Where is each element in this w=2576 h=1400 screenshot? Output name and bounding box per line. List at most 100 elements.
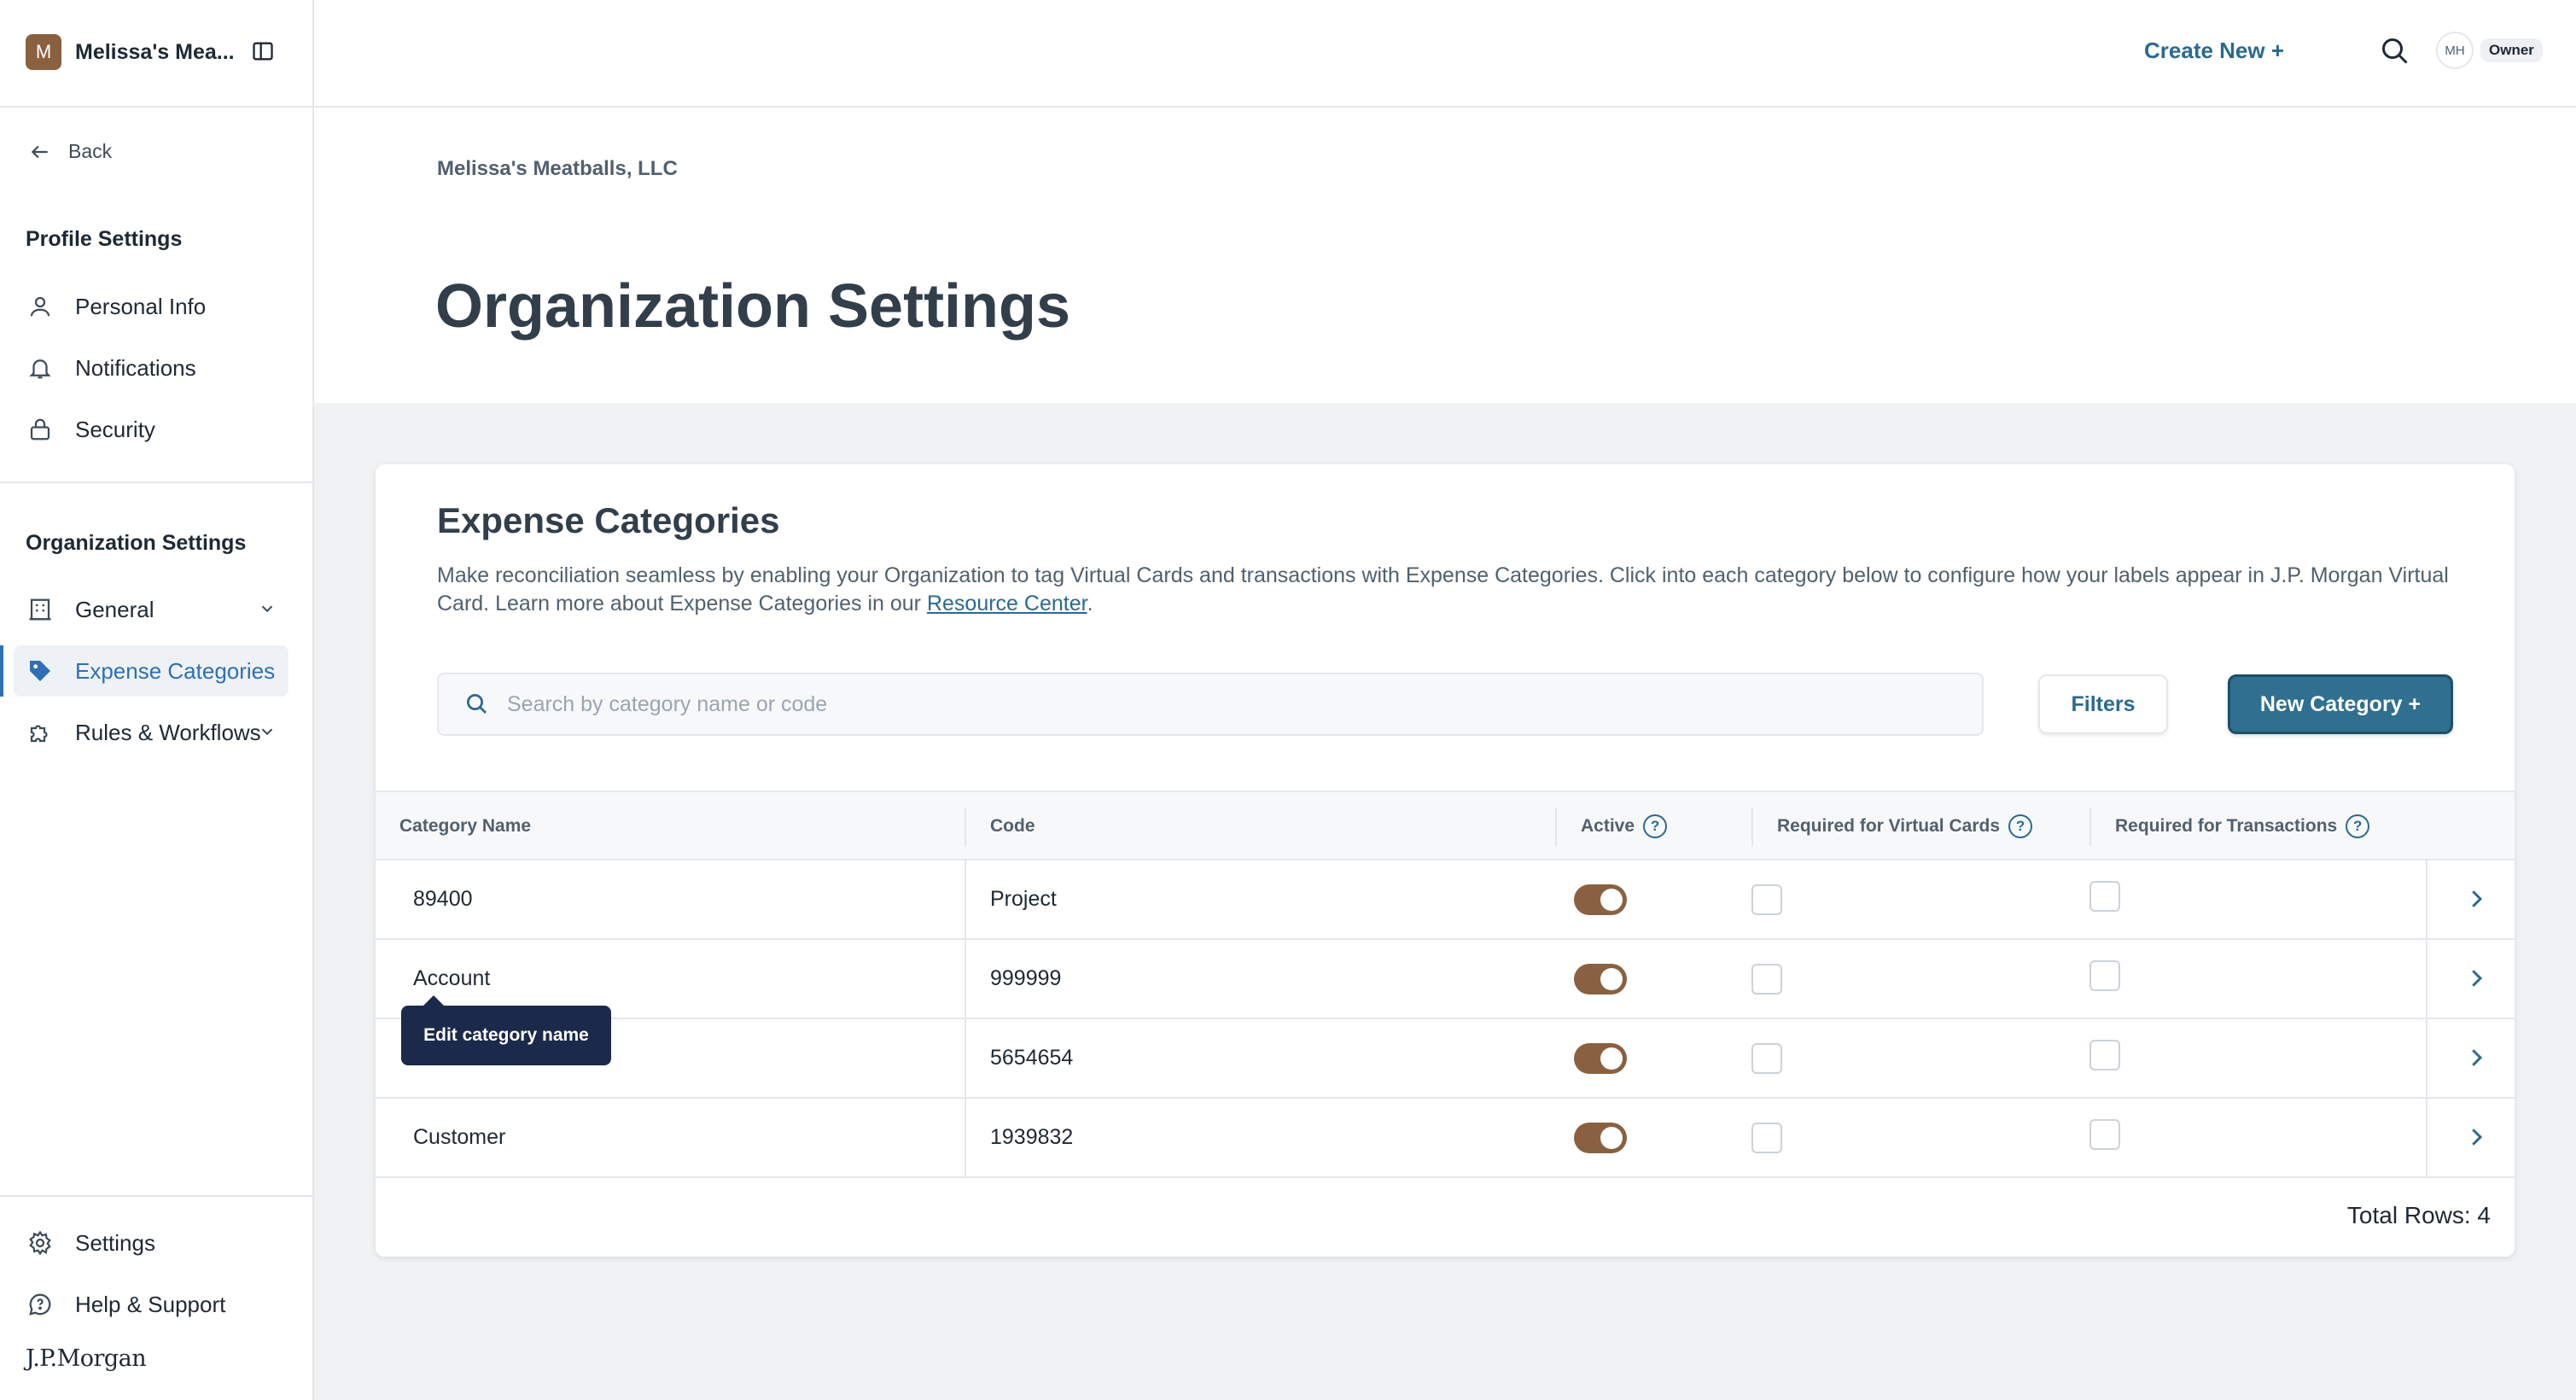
- column-divider: [1555, 808, 1557, 847]
- expense-categories-card: Expense Categories Make reconciliation s…: [376, 464, 2515, 1257]
- page-title: Organization Settings: [435, 272, 1071, 341]
- user-menu[interactable]: MH Owner: [2436, 31, 2543, 70]
- column-header-label: Required for Transactions: [2115, 816, 2338, 836]
- sidebar-item-notifications[interactable]: Notifications: [14, 342, 288, 394]
- category-name-cell[interactable]: Customer: [413, 1099, 505, 1176]
- cell-divider: [2426, 940, 2427, 1018]
- sidebar-divider: [0, 1195, 312, 1197]
- required-virtual-cards-checkbox[interactable]: [1751, 964, 1782, 995]
- sidebar-item-security[interactable]: Security: [14, 404, 288, 455]
- card-description: Make reconciliation seamless by enabling…: [437, 562, 2451, 618]
- card-title: Expense Categories: [437, 500, 780, 540]
- sidebar-item-label: Help & Support: [75, 1291, 226, 1317]
- role-badge: Owner: [2480, 38, 2543, 62]
- toggle-knob: [1600, 889, 1623, 911]
- table-row[interactable]: 5654654: [376, 1019, 2515, 1099]
- column-divider: [2089, 808, 2091, 847]
- code-cell: 999999: [990, 966, 1062, 990]
- code-cell: 1939832: [990, 1125, 1074, 1149]
- required-transactions-checkbox[interactable]: [2089, 881, 2120, 912]
- avatar: MH: [2436, 32, 2474, 69]
- column-divider: [1751, 808, 1753, 847]
- sidebar-item-expense-categories[interactable]: Expense Categories: [14, 645, 288, 697]
- required-transactions-checkbox[interactable]: [2089, 960, 2120, 991]
- bell-icon: [26, 353, 55, 382]
- column-header-label: Active: [1581, 816, 1635, 836]
- new-category-button[interactable]: New Category +: [2228, 674, 2453, 734]
- categories-table: Category Name Code Active ? Required for…: [376, 790, 2515, 1178]
- sidebar-item-label: Security: [75, 416, 155, 442]
- column-header-category-name[interactable]: Category Name: [399, 792, 531, 860]
- category-search: [437, 673, 1984, 736]
- org-avatar: M: [26, 34, 61, 70]
- search-icon[interactable]: [2380, 36, 2410, 67]
- toggle-knob: [1600, 1047, 1623, 1070]
- cell-divider: [965, 940, 966, 1018]
- back-link[interactable]: Back: [29, 140, 112, 163]
- code-cell: 5654654: [990, 1046, 1074, 1070]
- table-row[interactable]: 89400 Project: [376, 860, 2515, 940]
- table-row[interactable]: Customer 1939832: [376, 1099, 2515, 1178]
- toggle-knob: [1600, 1127, 1623, 1149]
- cell-divider: [965, 1099, 966, 1176]
- sidebar-item-label: Notifications: [75, 354, 196, 381]
- edit-category-tooltip: Edit category name: [401, 995, 611, 1065]
- sidebar-item-label: General: [75, 596, 154, 622]
- tag-icon: [26, 656, 55, 685]
- table-row[interactable]: Account 999999: [376, 940, 2515, 1019]
- arrow-left-icon: [31, 145, 48, 158]
- chevron-right-icon[interactable]: [2463, 965, 2489, 991]
- chat-icon: [26, 1290, 55, 1319]
- required-virtual-cards-checkbox[interactable]: [1751, 1123, 1782, 1153]
- sidebar-collapse-icon[interactable]: [251, 39, 275, 63]
- jpmorgan-logo: J.P.Morgan: [26, 1345, 147, 1372]
- chevron-down-icon: [261, 605, 273, 613]
- active-toggle[interactable]: [1574, 1123, 1627, 1153]
- required-virtual-cards-checkbox[interactable]: [1751, 1043, 1782, 1074]
- chevron-right-icon[interactable]: [2463, 1045, 2489, 1070]
- filters-button[interactable]: Filters: [2038, 674, 2168, 734]
- sidebar-item-rules-workflows[interactable]: Rules & Workflows: [14, 707, 288, 758]
- required-transactions-checkbox[interactable]: [2089, 1119, 2120, 1150]
- org-switcher[interactable]: M Melissa's Mea...: [26, 34, 235, 70]
- organization-settings-heading: Organization Settings: [26, 531, 247, 555]
- category-name-cell[interactable]: 89400: [413, 860, 473, 938]
- sidebar-item-settings[interactable]: Settings: [14, 1217, 288, 1269]
- required-transactions-checkbox[interactable]: [2089, 1040, 2120, 1070]
- sidebar-divider: [0, 481, 312, 483]
- lock-icon: [26, 415, 55, 444]
- help-icon[interactable]: ?: [2346, 814, 2370, 838]
- sidebar-item-label: Settings: [75, 1229, 155, 1256]
- sidebar-item-general[interactable]: General: [14, 584, 288, 635]
- puzzle-icon: [26, 718, 55, 747]
- resource-center-link[interactable]: Resource Center: [927, 592, 1087, 615]
- cell-divider: [965, 860, 966, 938]
- org-name: Melissa's Mea...: [75, 39, 235, 64]
- sidebar-item-personal-info[interactable]: Personal Info: [14, 281, 288, 332]
- sidebar-item-help-support[interactable]: Help & Support: [14, 1279, 288, 1330]
- active-toggle[interactable]: [1574, 964, 1627, 995]
- help-icon[interactable]: ?: [2008, 814, 2033, 838]
- cell-divider: [2426, 1019, 2427, 1097]
- active-nav-indicator: [0, 645, 3, 697]
- required-virtual-cards-checkbox[interactable]: [1751, 884, 1782, 915]
- help-icon[interactable]: ?: [1643, 814, 1668, 838]
- column-header-active: Active ?: [1581, 792, 1668, 860]
- cell-divider: [965, 1019, 966, 1097]
- column-divider: [965, 808, 966, 847]
- sidebar-item-label: Personal Info: [75, 293, 207, 319]
- chevron-right-icon[interactable]: [2463, 886, 2489, 912]
- user-icon: [26, 292, 55, 321]
- gear-icon: [26, 1228, 55, 1257]
- sidebar: M Melissa's Mea... Back Profile Settings…: [0, 0, 314, 1400]
- active-toggle[interactable]: [1574, 1043, 1627, 1074]
- profile-settings-heading: Profile Settings: [26, 227, 183, 251]
- column-header-code[interactable]: Code: [990, 792, 1035, 860]
- create-new-button[interactable]: Create New +: [2144, 38, 2284, 64]
- search-input[interactable]: [507, 691, 1958, 717]
- chevron-right-icon[interactable]: [2463, 1124, 2489, 1150]
- active-toggle[interactable]: [1574, 884, 1627, 915]
- cell-divider: [2426, 860, 2427, 938]
- cell-divider: [2426, 1099, 2427, 1176]
- sidebar-divider: [0, 106, 312, 108]
